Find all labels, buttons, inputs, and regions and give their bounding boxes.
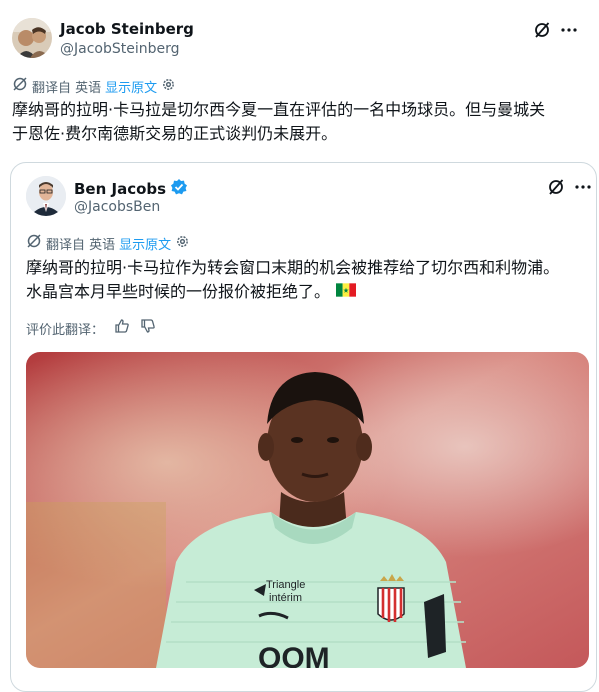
quoted-text-line-wrap: 水晶宫本月早些时候的一份报价被拒绝了。	[26, 280, 592, 304]
more-icon[interactable]	[574, 177, 592, 197]
thumbs-up-icon[interactable]	[114, 318, 130, 338]
show-original-link[interactable]: 显示原文	[119, 234, 171, 253]
tweet-text: 摩纳哥的拉明·卡马拉是切尔西今夏一直在评估的一名中场球员。但与曼城关 于恩佐·费…	[12, 98, 592, 146]
grok-icon[interactable]	[532, 20, 552, 40]
show-original-link[interactable]: 显示原文	[105, 77, 157, 96]
thumbs-down-icon[interactable]	[140, 318, 156, 338]
author-handle[interactable]: @JacobSteinberg	[60, 41, 180, 57]
tweet-text-line: 于恩佐·费尔南德斯交易的正式谈判仍未展开。	[12, 124, 338, 143]
rate-translation-label: 评价此翻译：	[26, 322, 105, 338]
verified-icon	[170, 178, 188, 200]
rate-translation-row: 评价此翻译：	[26, 318, 156, 338]
gear-icon[interactable]	[161, 77, 176, 96]
jacob-steinberg-avatar[interactable]	[12, 18, 52, 58]
quoted-tweet-text: 摩纳哥的拉明·卡马拉作为转会窗口末期的机会被推荐给了切尔西和利物浦。 水晶宫本月…	[26, 256, 592, 304]
grok-icon[interactable]	[546, 177, 566, 197]
quoted-text-line: 水晶宫本月早些时候的一份报价被拒绝了。	[26, 282, 331, 301]
jersey-sponsor-text: intérim	[269, 592, 302, 604]
jersey-bottom-text: OOM	[258, 642, 330, 668]
more-icon[interactable]	[560, 20, 578, 40]
translate-icon	[12, 76, 28, 96]
senegal-flag-icon	[336, 280, 357, 304]
quoted-text-line: 摩纳哥的拉明·卡马拉作为转会窗口末期的机会被推荐给了切尔西和利物浦。	[26, 258, 560, 277]
gear-icon[interactable]	[175, 234, 190, 253]
ben-jacobs-avatar[interactable]	[26, 176, 66, 216]
translate-icon	[26, 233, 42, 253]
translation-bar: 翻译自 英语 显示原文	[12, 76, 176, 96]
translated-from-label: 翻译自 英语	[32, 80, 102, 96]
quoted-author-row: Ben Jacobs	[74, 178, 188, 200]
author-name[interactable]: Jacob Steinberg	[60, 20, 194, 38]
translated-from-label: 翻译自 英语	[46, 237, 116, 253]
quoted-translation-bar: 翻译自 英语 显示原文	[26, 233, 190, 253]
quoted-author-name[interactable]: Ben Jacobs	[74, 180, 166, 198]
jersey-sponsor-text: Triangle	[266, 579, 305, 591]
player-photo[interactable]: Triangle intérim OOM	[26, 352, 589, 668]
quoted-author-handle[interactable]: @JacobsBen	[74, 199, 160, 215]
tweet-text-line: 摩纳哥的拉明·卡马拉是切尔西今夏一直在评估的一名中场球员。但与曼城关	[12, 100, 546, 119]
